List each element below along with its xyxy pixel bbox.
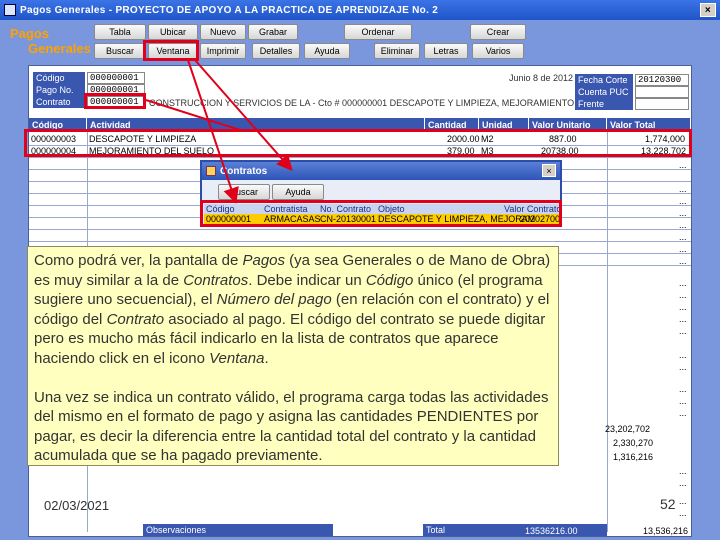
dialog-title: Contratos	[220, 165, 268, 177]
brand-line-2: Generales	[28, 41, 91, 56]
highlight-activity-rows	[24, 129, 692, 157]
grabar-button[interactable]: Grabar	[248, 24, 298, 40]
row-separator	[29, 157, 691, 158]
cuenta-puc-label: Cuenta PUC	[575, 86, 633, 98]
note-paragraph-1: Como podrá ver, la pantalla de Pagos (ya…	[34, 251, 552, 369]
fecha-corte-label: Fecha Corte	[575, 74, 633, 86]
row-filler: ...	[679, 290, 687, 300]
ubicar-button[interactable]: Ubicar	[148, 24, 198, 40]
note-text: . Debe indicar un	[248, 271, 366, 289]
date-text: Junio 8 de 2012	[509, 73, 574, 83]
note-term-contratos: Contratos	[183, 271, 249, 289]
highlight-contrato-field	[84, 93, 146, 109]
page-number: 52	[660, 496, 676, 512]
pago-label: Pago No.	[33, 84, 85, 96]
highlight-ventana-button	[143, 40, 199, 61]
row-filler: ...	[679, 478, 687, 488]
detalles-button[interactable]: Detalles	[252, 43, 300, 59]
total-right: 13,536,216	[643, 526, 689, 536]
row-filler: ...	[679, 396, 687, 406]
contrato-description: CONSTRUCCION Y SERVICIOS DE LA - Cto # 0…	[149, 98, 627, 108]
letras-button[interactable]: Letras	[424, 43, 468, 59]
note-term-numero: Número del pago	[216, 291, 332, 309]
highlight-contract-list	[200, 200, 562, 227]
note-term-pagos: Pagos	[242, 252, 286, 269]
total-label: Total	[423, 524, 607, 536]
ayuda-button[interactable]: Ayuda	[304, 43, 350, 59]
note-term-contrato: Contrato	[106, 310, 165, 328]
fecha-corte-field[interactable]: 20120300	[635, 74, 689, 86]
close-icon[interactable]: ×	[542, 164, 556, 177]
total-left: 13536216.00	[525, 526, 578, 536]
app-icon	[4, 4, 16, 16]
row-filler: ...	[679, 256, 687, 266]
iva-right: 2,330,270	[613, 438, 654, 448]
row-filler: ...	[679, 208, 687, 218]
frente-field[interactable]	[635, 98, 689, 110]
note-term-ventana: Ventana	[209, 349, 265, 367]
row-filler: ...	[679, 314, 687, 324]
row-filler: ...	[679, 160, 687, 170]
row-filler: ...	[679, 384, 687, 394]
row-filler: ...	[679, 408, 687, 418]
row-filler: ...	[679, 232, 687, 242]
note-paragraph-2: Una vez se indica un contrato válido, el…	[34, 388, 549, 465]
row-separator	[29, 229, 691, 230]
codigo-field[interactable]: 000000001	[87, 72, 145, 84]
row-filler: ...	[679, 466, 687, 476]
grid-divider	[607, 132, 608, 532]
varios-button[interactable]: Varios	[472, 43, 524, 59]
crear-button[interactable]: Crear	[470, 24, 526, 40]
footer-date: 02/03/2021	[44, 498, 110, 513]
subtotal-right: 23,202,702	[605, 424, 651, 434]
note-text: .	[264, 349, 269, 367]
ordenar-button[interactable]: Ordenar	[344, 24, 412, 40]
brand-logo: Pagos Generales	[10, 26, 91, 56]
row-filler: ...	[679, 302, 687, 312]
window-titlebar: Pagos Generales - PROYECTO DE APOYO A LA…	[0, 0, 720, 20]
close-icon[interactable]: ×	[700, 3, 716, 17]
row-filler: ...	[679, 196, 687, 206]
brand-line-1: Pagos	[10, 26, 50, 41]
codigo-label: Código	[33, 72, 85, 84]
explanation-note: Como podrá ver, la pantalla de Pagos (ya…	[27, 246, 559, 466]
frente-label: Frente	[575, 98, 633, 110]
window-title: Pagos Generales - PROYECTO DE APOYO A LA…	[20, 4, 439, 16]
row-filler: ...	[679, 278, 687, 288]
row-separator	[29, 241, 691, 242]
row-filler: ...	[679, 326, 687, 336]
note-text: Como podrá ver, la pantalla de	[34, 252, 243, 269]
row-filler: ...	[679, 184, 687, 194]
note-term-codigo: Código	[365, 271, 414, 289]
dialog-icon	[206, 166, 216, 176]
imprimir-button[interactable]: Imprimir	[200, 43, 246, 59]
row-filler: ...	[679, 508, 687, 518]
dialog-titlebar: Contratos	[202, 162, 560, 180]
dialog-ayuda-button[interactable]: Ayuda	[272, 184, 324, 200]
cuenta-puc-field[interactable]	[635, 86, 689, 98]
observaciones-label: Observaciones	[143, 524, 333, 536]
tabla-button[interactable]: Tabla	[94, 24, 146, 40]
nuevo-button[interactable]: Nuevo	[200, 24, 246, 40]
contrato-label: Contrato	[33, 96, 85, 108]
dialog-buscar-button[interactable]: Buscar	[218, 184, 270, 200]
eliminar-button[interactable]: Eliminar	[374, 43, 420, 59]
row-filler: ...	[679, 496, 687, 506]
row-filler: ...	[679, 350, 687, 360]
buscar-button[interactable]: Buscar	[94, 43, 146, 59]
row-filler: ...	[679, 220, 687, 230]
rete-right: 1,316,216	[613, 452, 654, 462]
row-filler: ...	[679, 244, 687, 254]
row-filler: ...	[679, 362, 687, 372]
